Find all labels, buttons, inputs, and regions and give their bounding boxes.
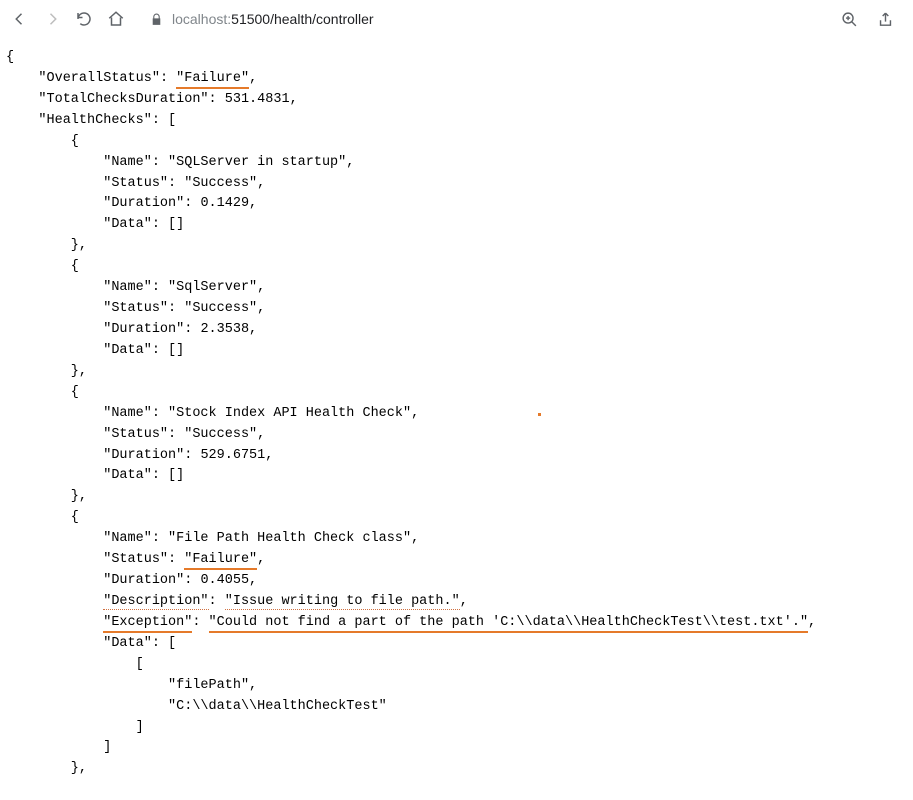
overall-status-value: "Failure": [176, 71, 249, 89]
c4-desc-val: "Issue writing to file path.": [225, 594, 460, 610]
caret-accent: [538, 413, 541, 416]
c4-desc-key: "Description": [103, 594, 208, 610]
forward-button[interactable]: [42, 10, 62, 28]
c4-exc-key: "Exception": [103, 615, 192, 633]
browser-toolbar: localhost:51500/health/controller: [0, 0, 913, 38]
c4-exc-val: "Could not find a part of the path 'C:\\…: [209, 615, 809, 633]
zoom-icon[interactable]: [839, 11, 859, 28]
page-content: { "OverallStatus": "Failure", "TotalChec…: [0, 38, 913, 800]
back-button[interactable]: [10, 10, 30, 28]
url-text: localhost:51500/health/controller: [172, 11, 374, 27]
share-icon[interactable]: [875, 11, 895, 28]
address-bar[interactable]: localhost:51500/health/controller: [138, 11, 827, 27]
json-output: { "OverallStatus": "Failure", "TotalChec…: [6, 48, 907, 780]
lock-icon: [148, 13, 164, 26]
reload-button[interactable]: [74, 10, 94, 28]
home-button[interactable]: [106, 10, 126, 28]
c4-status-value: "Failure": [184, 552, 257, 570]
